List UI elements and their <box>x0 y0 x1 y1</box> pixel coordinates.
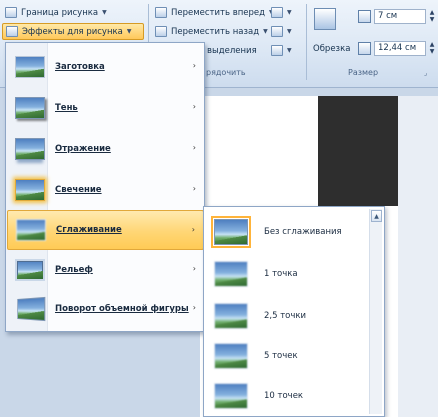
send-backward-icon <box>155 26 167 37</box>
rotate-icon <box>271 45 283 56</box>
dialog-launcher-icon[interactable]: ⌟ <box>424 69 427 77</box>
menu-item-label: Свечение <box>55 185 102 195</box>
height-spinner[interactable]: ▲ ▼ <box>428 9 436 24</box>
menu-item-soft-edges[interactable]: Сглаживание › <box>7 210 204 250</box>
bevel-thumb-icon <box>15 259 45 281</box>
send-backward-label: Переместить назад <box>171 26 260 37</box>
picture-effects-icon <box>6 26 18 37</box>
menu-item-preset[interactable]: Заготовка › <box>7 47 204 87</box>
submenu-arrow-icon: › <box>192 264 196 273</box>
menu-item-reflection[interactable]: Отражение › <box>7 129 204 169</box>
soft-edge-label: 5 точек <box>264 351 298 361</box>
rotate-button[interactable]: ▼ <box>268 42 295 59</box>
crop-icon[interactable] <box>314 8 336 30</box>
group-icon <box>271 26 283 37</box>
soft-edges-thumb-icon <box>16 219 46 241</box>
menu-item-shadow[interactable]: Тень › <box>7 88 204 128</box>
document-dark-shape <box>318 96 398 206</box>
crop-label: Обрезка <box>313 43 351 54</box>
chevron-down-icon: ▼ <box>263 28 268 35</box>
soft-edge-preview-icon <box>211 216 251 248</box>
soft-edge-10pt[interactable]: 10 точек <box>208 375 368 417</box>
soft-edge-preview-icon <box>214 343 248 369</box>
submenu-arrow-icon: › <box>192 303 196 312</box>
submenu-scrollbar[interactable]: ▲ <box>369 209 382 414</box>
width-spinner[interactable]: ▲ ▼ <box>428 41 436 56</box>
reflection-thumb-icon <box>15 138 45 160</box>
align-button[interactable]: ▼ <box>268 4 295 21</box>
soft-edge-none[interactable]: Без сглаживания <box>208 211 368 253</box>
menu-item-3d-rotation[interactable]: Поворот объемной фигуры › <box>7 289 204 329</box>
arrange-group-label: рядочить <box>206 68 246 77</box>
soft-edge-label: 2,5 точки <box>264 311 307 321</box>
document-margin <box>398 96 438 417</box>
soft-edge-2-5pt[interactable]: 2,5 точки <box>208 295 368 337</box>
picture-border-icon <box>5 7 17 18</box>
width-field[interactable]: 12,44 см <box>374 41 426 56</box>
menu-item-bevel[interactable]: Рельеф › <box>7 250 204 290</box>
soft-edge-label: Без сглаживания <box>264 227 342 237</box>
selection-pane-button[interactable]: выделения <box>204 42 260 59</box>
selection-pane-label: выделения <box>207 45 257 56</box>
menu-item-label: Поворот объемной фигуры <box>55 304 189 314</box>
picture-border-button[interactable]: Граница рисунка ▼ <box>2 4 110 21</box>
chevron-down-icon: ▼ <box>287 47 292 54</box>
chevron-down-icon: ▼ <box>126 28 132 35</box>
menu-item-label: Заготовка <box>55 62 105 72</box>
menu-item-glow[interactable]: Свечение › <box>7 170 204 210</box>
shadow-thumb-icon <box>15 97 45 119</box>
menu-item-label: Тень <box>55 103 78 113</box>
preset-thumb-icon <box>15 56 45 78</box>
ribbon-separator <box>306 4 307 80</box>
picture-effects-label: Эффекты для рисунка <box>22 26 123 37</box>
scroll-up-icon[interactable]: ▲ <box>371 210 382 222</box>
picture-effects-button[interactable]: Эффекты для рисунка ▼ <box>2 23 144 40</box>
height-icon <box>358 10 371 23</box>
soft-edges-submenu: Без сглаживания 1 точка 2,5 точки 5 точе… <box>203 206 385 417</box>
group-button[interactable]: ▼ <box>268 23 295 40</box>
chevron-down-icon: ▼ <box>102 9 107 16</box>
chevron-down-icon: ▼ <box>287 9 292 16</box>
menu-item-label: Сглаживание <box>56 225 122 235</box>
glow-thumb-icon <box>15 179 45 201</box>
soft-edge-preview-icon <box>214 303 248 329</box>
crop-button[interactable]: Обрезка <box>310 40 353 57</box>
menu-item-label: Отражение <box>55 144 111 154</box>
soft-edge-1pt[interactable]: 1 точка <box>208 253 368 295</box>
submenu-arrow-icon: › <box>192 102 196 111</box>
soft-edge-5pt[interactable]: 5 точек <box>208 335 368 377</box>
submenu-arrow-icon: › <box>192 143 196 152</box>
width-icon <box>358 42 371 55</box>
submenu-arrow-icon: › <box>192 184 196 193</box>
bring-forward-label: Переместить вперед <box>171 7 265 18</box>
height-field[interactable]: 7 см <box>374 9 426 24</box>
picture-effects-menu: Заготовка › Тень › Отражение › Свечение … <box>5 42 205 332</box>
size-group-label: Размер <box>348 68 379 77</box>
soft-edge-label: 10 точек <box>264 391 304 401</box>
soft-edge-label: 1 точка <box>264 269 298 279</box>
soft-edge-preview-icon <box>214 261 248 287</box>
submenu-arrow-icon: › <box>192 61 196 70</box>
align-icon <box>271 7 283 18</box>
bring-forward-icon <box>155 7 167 18</box>
3d-rotation-thumb-icon <box>17 296 46 322</box>
menu-item-label: Рельеф <box>55 265 93 275</box>
picture-border-label: Граница рисунка <box>21 7 99 18</box>
soft-edge-preview-icon <box>214 383 248 409</box>
bring-forward-button[interactable]: Переместить вперед ▼ <box>152 4 277 21</box>
submenu-arrow-icon: › <box>191 225 195 234</box>
send-backward-button[interactable]: Переместить назад ▼ <box>152 23 271 40</box>
chevron-down-icon: ▼ <box>287 28 292 35</box>
